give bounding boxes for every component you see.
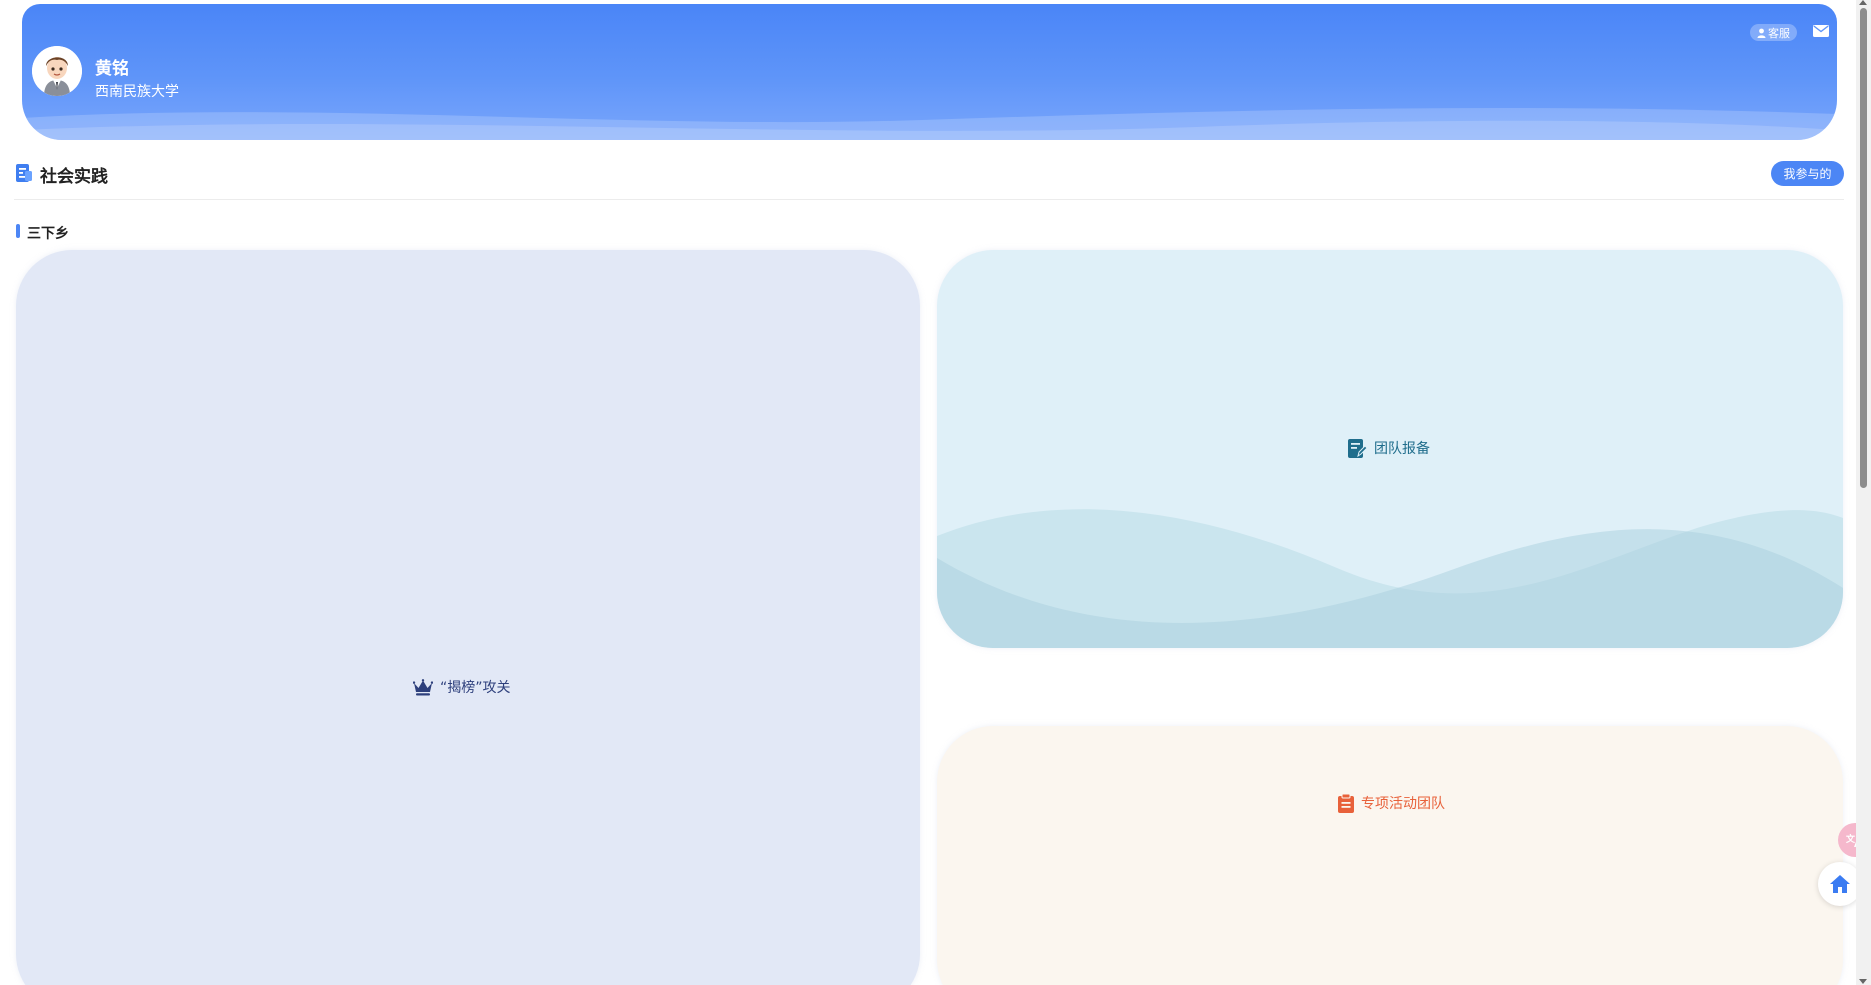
- card-special-activity-label: 专项活动团队: [1361, 796, 1445, 812]
- my-participation-button[interactable]: 我参与的: [1771, 161, 1844, 186]
- section-divider: [14, 199, 1844, 200]
- scroll-thumb[interactable]: [1860, 8, 1867, 488]
- clipboard-icon: [1338, 793, 1354, 813]
- customer-service-label: 客服: [1768, 26, 1790, 40]
- scroll-up-arrow-icon[interactable]: [1859, 0, 1867, 5]
- mail-icon[interactable]: [1813, 25, 1829, 37]
- profile-header: 黄铭 西南民族大学 客服: [22, 4, 1837, 140]
- avatar[interactable]: [32, 46, 82, 96]
- user-icon: [1757, 28, 1766, 38]
- card-special-activity-team[interactable]: 专项活动团队: [937, 726, 1843, 985]
- page: 黄铭 西南民族大学 客服 社会实践 我参与的 三下乡 “揭榜”攻关 团队报备 专…: [0, 0, 1856, 985]
- card-challenge-label-group: “揭榜”攻关: [413, 677, 511, 697]
- subsection-marker: [16, 224, 20, 238]
- crown-icon: [413, 678, 433, 695]
- card-waves-decoration: [16, 980, 920, 985]
- card-team-registration[interactable]: 团队报备: [937, 250, 1843, 648]
- card-team-registration-label: 团队报备: [1374, 441, 1430, 457]
- card-team-registration-label-group: 团队报备: [1348, 438, 1430, 458]
- scroll-down-arrow-icon[interactable]: [1859, 979, 1867, 984]
- card-challenge[interactable]: “揭榜”攻关: [16, 250, 920, 985]
- home-button[interactable]: [1818, 862, 1856, 906]
- header-waves-decoration: [22, 107, 1837, 140]
- card-waves-decoration: [937, 509, 1843, 648]
- edit-document-icon: [1348, 438, 1367, 458]
- section-title: 社会实践: [40, 167, 108, 187]
- user-school: 西南民族大学: [95, 84, 179, 100]
- page-scrollbar[interactable]: [1856, 0, 1871, 985]
- card-challenge-label: “揭榜”攻关: [440, 680, 511, 696]
- subsection-title: 三下乡: [27, 226, 69, 242]
- customer-service-button[interactable]: 客服: [1750, 24, 1797, 41]
- card-special-activity-label-group: 专项活动团队: [1338, 793, 1445, 813]
- translate-icon: 文 A: [1846, 833, 1856, 848]
- user-name: 黄铭: [95, 59, 129, 79]
- home-icon: [1830, 875, 1850, 893]
- report-icon: [16, 164, 32, 182]
- avatar-illustration-icon: [32, 46, 82, 96]
